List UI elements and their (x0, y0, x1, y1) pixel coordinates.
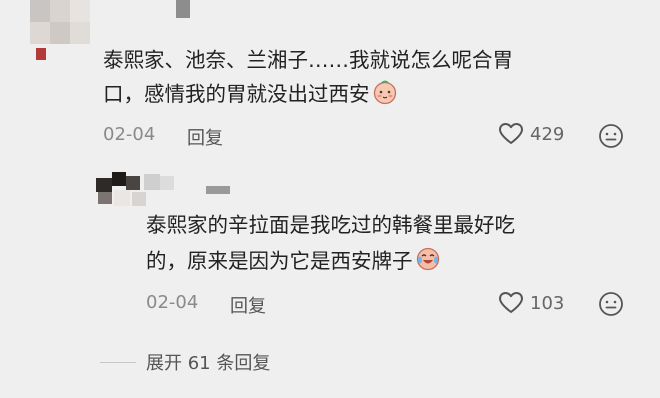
reply-username[interactable] (206, 186, 230, 194)
expand-replies-button[interactable]: 展开 61 条回复 (146, 349, 270, 375)
comment-text-line: 泰熙家、池奈、兰湘子……我就说怎么呢合胃 (103, 48, 513, 72)
reply-text-line: 泰熙家的辛拉面是我吃过的韩餐里最好吃 (146, 213, 515, 237)
reply-button[interactable]: 回复 (187, 124, 223, 150)
laughing-crying-emoji (416, 247, 439, 271)
avatar[interactable] (30, 0, 90, 70)
comment-text-line: 口，感情我的胃就没出过西安 (103, 78, 398, 110)
reply-avatar[interactable] (96, 172, 176, 212)
like-count: 103 (530, 292, 565, 314)
reply-text-line: 的，原来是因为它是西安牌子 (146, 245, 441, 277)
comment-date: 02-04 (103, 124, 156, 145)
comment-thread: 泰熙家、池奈、兰湘子……我就说怎么呢合胃 口，感情我的胃就没出过西安 02-04… (0, 0, 660, 398)
heart-icon (499, 123, 523, 144)
reply-date: 02-04 (146, 292, 199, 313)
like-count: 429 (530, 123, 565, 145)
comment-text-line-content: 口，感情我的胃就没出过西安 (103, 82, 370, 106)
username[interactable] (176, 0, 190, 18)
emoji-reaction-icon[interactable] (598, 123, 624, 149)
heart-icon (499, 292, 523, 313)
expand-divider (100, 362, 136, 363)
like-button[interactable]: 429 (498, 122, 564, 146)
like-button[interactable]: 103 (498, 291, 564, 315)
shy-face-emoji (373, 80, 396, 105)
emoji-reaction-icon[interactable] (598, 291, 624, 317)
reply-button[interactable]: 回复 (230, 292, 266, 318)
reply-text-line-content: 的，原来是因为它是西安牌子 (146, 249, 413, 273)
